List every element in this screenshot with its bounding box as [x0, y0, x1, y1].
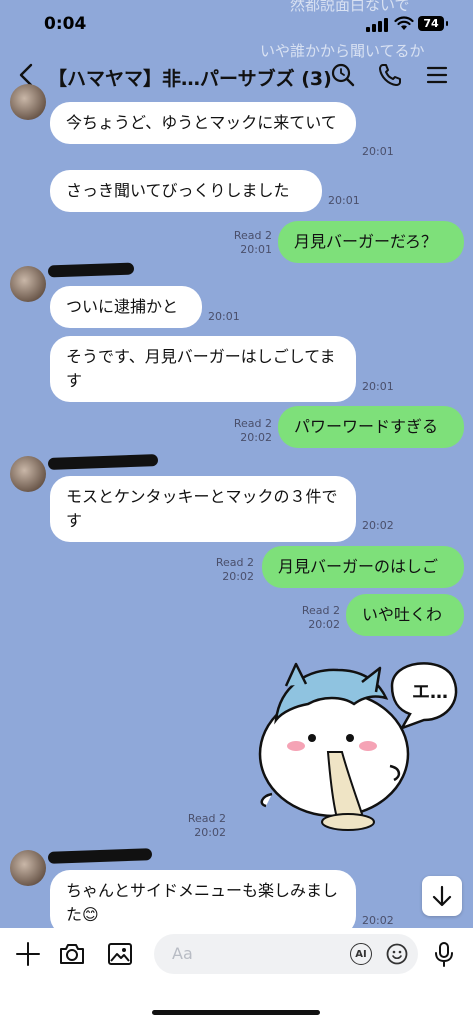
camera-icon[interactable]: [58, 940, 86, 968]
message-input-placeholder: Aa: [172, 944, 193, 963]
message-bubble[interactable]: そうです、月見バーガーはしごしてます: [50, 336, 356, 402]
sender-name-redacted: [47, 848, 153, 864]
sender-name-redacted: [47, 454, 159, 470]
message-bubble[interactable]: 月見バーガーのはしご: [262, 546, 464, 588]
mic-icon[interactable]: [430, 940, 458, 968]
signal-icon: [366, 18, 388, 32]
message-bubble[interactable]: モスとケンタッキーとマックの３件です: [50, 476, 356, 542]
message-time: 20:02: [240, 431, 272, 444]
message-bubble[interactable]: 今ちょうど、ゆうとマックに来ていて: [50, 102, 356, 144]
message-input-bar: Aa AI: [0, 928, 473, 1024]
wifi-icon: [394, 16, 414, 30]
message-time: 20:01: [208, 310, 240, 323]
chat-screen: 然都説面白ないで いや誰かから聞いてるか 0:04 74 【ハマヤマ】非…パーサ…: [0, 0, 473, 1024]
sticker-text: エ…: [412, 682, 448, 703]
menu-icon[interactable]: [424, 62, 450, 88]
message-bubble[interactable]: ちゃんとサイドメニューも楽しみました😊: [50, 870, 356, 936]
home-indicator: [152, 1010, 320, 1015]
read-label: Read 2: [233, 229, 272, 242]
arrow-down-icon: [432, 885, 452, 907]
message-read-status: Read 2 20:01: [230, 229, 272, 257]
phone-icon[interactable]: [377, 62, 403, 88]
message-bubble[interactable]: 月見バーガーだろ？: [278, 221, 464, 263]
avatar[interactable]: [10, 850, 46, 886]
read-label: Read 2: [233, 417, 272, 430]
message-time: 20:02: [222, 570, 254, 583]
read-label: Read 2: [301, 604, 340, 617]
message-bubble[interactable]: ついに逮捕かと: [50, 286, 202, 328]
sender-name-redacted: [47, 262, 135, 278]
message-time: 20:02: [362, 519, 394, 532]
message-time: 20:01: [362, 380, 394, 393]
notification-banner-line1: 然都説面白ないで: [290, 0, 410, 14]
chat-header: 【ハマヤマ】非…パーサブズ (3): [0, 50, 473, 102]
sticker-image[interactable]: エ…: [252, 646, 462, 836]
read-label: Read 2: [215, 556, 254, 569]
avatar[interactable]: [10, 456, 46, 492]
message-bubble[interactable]: パワーワードすぎる: [278, 406, 464, 448]
message-read-status: Read 2 20:02: [230, 417, 272, 445]
message-read-status: Read 2 20:02: [212, 556, 254, 584]
message-time: 20:01: [328, 194, 360, 207]
message-time: 20:02: [194, 826, 226, 839]
status-bar: 然都説面白ないで いや誰かから聞いてるか 0:04 74: [0, 0, 473, 60]
message-input[interactable]: Aa AI: [154, 934, 418, 974]
avatar[interactable]: [10, 84, 46, 120]
ai-icon[interactable]: AI: [350, 943, 372, 965]
message-read-status: Read 2 20:02: [298, 604, 340, 632]
search-icon[interactable]: [330, 62, 356, 88]
plus-icon[interactable]: [14, 940, 42, 968]
status-time: 0:04: [44, 14, 87, 34]
avatar[interactable]: [10, 266, 46, 302]
message-bubble[interactable]: いや吐くわ: [346, 594, 464, 636]
battery-icon: 74: [418, 16, 448, 31]
message-time: 20:02: [362, 914, 394, 927]
emoji-icon[interactable]: [386, 943, 408, 965]
message-bubble[interactable]: さっき聞いてびっくりしました: [50, 170, 322, 212]
chat-title[interactable]: 【ハマヤマ】非…パーサブズ (3): [48, 64, 332, 91]
scroll-to-bottom-button[interactable]: [422, 876, 462, 916]
image-icon[interactable]: [106, 940, 134, 968]
read-label: Read 2: [187, 812, 226, 825]
message-read-status: Read 2 20:02: [184, 812, 226, 840]
message-time: 20:01: [362, 145, 394, 158]
message-time: 20:02: [308, 618, 340, 631]
message-time: 20:01: [240, 243, 272, 256]
